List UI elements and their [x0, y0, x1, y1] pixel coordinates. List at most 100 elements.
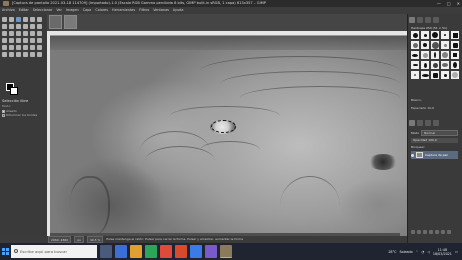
brush-swatch[interactable]	[421, 51, 429, 59]
network-icon[interactable]: ◔	[421, 250, 424, 254]
brush-swatch[interactable]	[411, 51, 419, 59]
brush-swatch[interactable]	[441, 61, 449, 69]
brush-swatch[interactable]	[441, 41, 449, 49]
gradient-tool-icon[interactable]	[37, 24, 42, 29]
fuzzy-select-tool-icon[interactable]	[23, 17, 28, 22]
visibility-eye-icon[interactable]	[411, 153, 414, 157]
ink-tool-icon[interactable]	[23, 31, 28, 36]
paths-tool-icon[interactable]	[16, 24, 21, 29]
menu-ver[interactable]: Ver	[56, 7, 62, 14]
brush-swatch[interactable]	[431, 41, 439, 49]
brushes-tab[interactable]	[409, 17, 415, 23]
delete-layer-button[interactable]	[447, 230, 451, 234]
brush-swatch[interactable]	[431, 61, 439, 69]
cage-tool-icon[interactable]	[9, 24, 14, 29]
flip-tool-icon[interactable]	[23, 45, 28, 50]
unified-transform-tool-icon[interactable]	[37, 17, 42, 22]
chrome-browser-icon[interactable]	[175, 245, 187, 258]
menu-editar[interactable]: Editar	[19, 7, 29, 14]
paintbrush-tool-icon[interactable]	[2, 31, 7, 36]
brush-swatch[interactable]	[451, 71, 459, 79]
brush-swatch[interactable]	[441, 71, 449, 79]
foreground-select-tool-icon[interactable]	[9, 45, 14, 50]
feather-checkbox[interactable]	[2, 113, 5, 117]
undo-tab[interactable]	[433, 120, 439, 126]
raise-layer-button[interactable]	[423, 230, 427, 234]
anchor-layer-button[interactable]	[441, 230, 445, 234]
store-app-icon[interactable]	[145, 245, 157, 258]
fonts-tab[interactable]	[425, 17, 431, 23]
crop-tool-icon[interactable]	[30, 17, 35, 22]
unit-selector[interactable]: px	[74, 236, 84, 243]
gimp-taskbar-icon[interactable]	[220, 245, 232, 258]
chevron-up-icon[interactable]: ⌃	[416, 250, 419, 254]
heal-tool-icon[interactable]	[37, 31, 42, 36]
volume-icon[interactable]: ◁	[427, 250, 430, 254]
text-tool-icon[interactable]	[23, 24, 28, 29]
brush-swatch[interactable]	[411, 71, 419, 79]
weather-temperature[interactable]: 28°C	[388, 250, 396, 254]
measure-tool-icon[interactable]	[23, 38, 28, 43]
zoom-selector[interactable]: 49,5 %	[86, 236, 104, 243]
align-tool-icon[interactable]	[16, 45, 21, 50]
close-button[interactable]: ✕	[457, 0, 460, 7]
brush-swatch[interactable]	[451, 61, 459, 69]
rect-select-tool-icon[interactable]	[9, 17, 14, 22]
menu-ventanas[interactable]: Ventanas	[153, 7, 169, 14]
photos-app-icon[interactable]	[205, 245, 217, 258]
new-group-button[interactable]	[417, 230, 421, 234]
brush-tags-field[interactable]: Básico,	[411, 98, 422, 102]
brush-swatch[interactable]	[451, 31, 459, 39]
word-app-icon[interactable]	[190, 245, 202, 258]
brush-swatch[interactable]	[441, 31, 449, 39]
menu-filtros[interactable]: Filtros	[139, 7, 149, 14]
feather-edges-option[interactable]: Difuminar los bordes	[2, 113, 37, 117]
pencil-tool-icon[interactable]	[9, 52, 14, 57]
paths-tab[interactable]	[425, 120, 431, 126]
brush-swatch[interactable]	[421, 71, 429, 79]
blur-tool-icon[interactable]	[16, 52, 21, 57]
menu-capa[interactable]: Capa	[83, 7, 92, 14]
paint-select-tool-icon[interactable]	[37, 38, 42, 43]
brush-swatch[interactable]	[421, 41, 429, 49]
color-picker-tool-icon[interactable]	[16, 38, 21, 43]
menu-imagen[interactable]: Imagen	[66, 7, 79, 14]
weather-text[interactable]: Soleado	[399, 250, 412, 254]
free-select-tool-icon[interactable]	[16, 17, 21, 22]
document-history-tab[interactable]	[433, 17, 439, 23]
menu-archivo[interactable]: Archivo	[2, 7, 15, 14]
brush-swatch[interactable]	[451, 51, 459, 59]
layers-tab[interactable]	[409, 120, 415, 126]
patterns-tab[interactable]	[417, 17, 423, 23]
channels-tab[interactable]	[417, 120, 423, 126]
brush-swatch[interactable]	[431, 31, 439, 39]
taskbar-clock[interactable]: 11:48 18/03/2021	[433, 248, 452, 256]
text-align-tool-icon[interactable]	[30, 52, 35, 57]
layer-opacity-slider[interactable]: Opacidad 100,0	[411, 138, 458, 143]
clone-tool-icon[interactable]	[30, 31, 35, 36]
spacing-value[interactable]: 10,0	[427, 106, 434, 110]
brush-swatch[interactable]	[411, 31, 419, 39]
menu-colores[interactable]: Colores	[95, 7, 108, 14]
perspective-clone-tool-icon[interactable]	[23, 52, 28, 57]
free-selection-outline[interactable]	[211, 120, 236, 133]
dodge-burn-tool-icon[interactable]	[9, 38, 14, 43]
zoom-tool-icon[interactable]	[30, 38, 35, 43]
layer-mode-select[interactable]: Normal	[421, 129, 458, 136]
mail-app-icon[interactable]	[160, 245, 172, 258]
new-layer-button[interactable]	[411, 230, 415, 234]
brush-swatch[interactable]	[431, 71, 439, 79]
layer-item[interactable]: Captura de pan	[411, 151, 458, 159]
bucket-fill-tool-icon[interactable]	[30, 24, 35, 29]
brush-swatch[interactable]	[451, 41, 459, 49]
brush-swatch[interactable]	[421, 61, 429, 69]
brush-swatch[interactable]	[421, 31, 429, 39]
airbrush-tool-icon[interactable]	[16, 31, 21, 36]
duplicate-layer-button[interactable]	[435, 230, 439, 234]
taskbar-search-box[interactable]: Escribe aquí para buscar	[11, 245, 97, 258]
task-view-icon[interactable]	[100, 245, 112, 258]
handle-transform-tool-icon[interactable]	[37, 45, 42, 50]
lower-layer-button[interactable]	[429, 230, 433, 234]
brush-swatch[interactable]	[411, 41, 419, 49]
mypaint-brush-tool-icon[interactable]	[2, 52, 7, 57]
